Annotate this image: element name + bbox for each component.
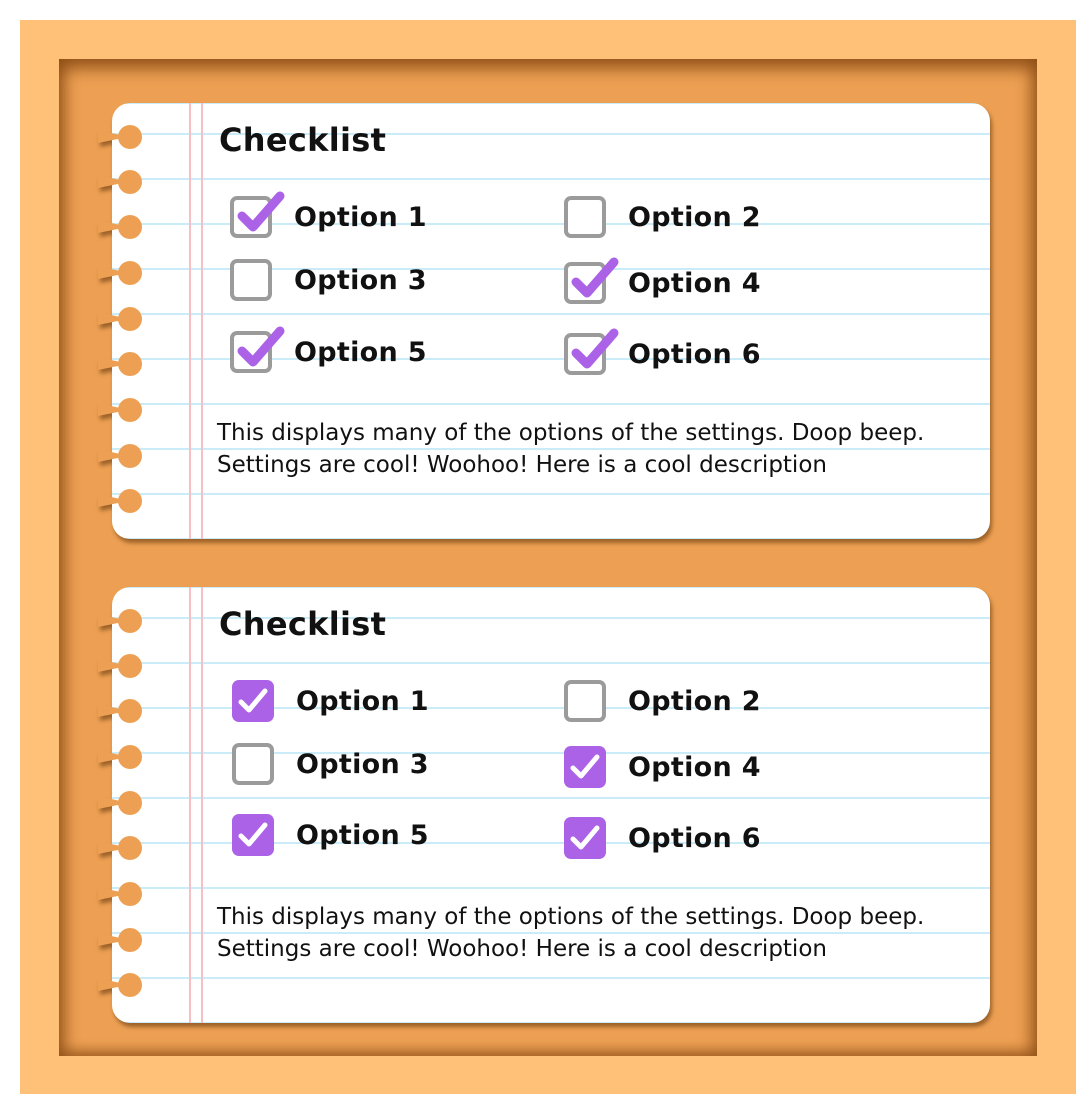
spiral-hole (98, 745, 144, 769)
spiral-hole (98, 836, 144, 860)
margin-line (189, 587, 191, 1023)
checkbox-option-3[interactable]: Option 3 (230, 256, 427, 304)
spiral-holes (98, 125, 158, 525)
checkbox-option-6[interactable]: Option 6 (564, 814, 761, 862)
notebook-paper: Checklist Option 1 Option 2 Option 3 Opt… (112, 587, 990, 1023)
checkbox-option-2[interactable]: Option 2 (564, 193, 761, 241)
checkmark-icon (238, 688, 268, 713)
spiral-hole (98, 609, 144, 633)
spiral-hole (98, 973, 144, 997)
option-label: Option 4 (628, 751, 761, 783)
checklist-card-1: Checklist Option 1 Option 2 Option 3 Opt… (98, 103, 990, 539)
spiral-hole (98, 882, 144, 906)
checkbox-checked[interactable] (232, 814, 274, 856)
checkbox-checked[interactable] (564, 328, 619, 375)
spiral-hole (98, 654, 144, 678)
card-description: This displays many of the options of the… (217, 904, 925, 962)
checkbox-option-3[interactable]: Option 3 (232, 740, 429, 788)
margin-line (201, 103, 203, 539)
checkmark-icon (571, 257, 619, 298)
notebook-paper: Checklist Option 1 Option 2 Option 3 Opt… (112, 103, 990, 539)
checkmark-icon (570, 754, 600, 779)
checkbox-option-1[interactable]: Option 1 (232, 677, 429, 725)
spiral-hole (98, 928, 144, 952)
checkmark-icon (570, 825, 600, 850)
option-label: Option 2 (628, 201, 761, 233)
checkmark-icon (237, 326, 285, 367)
spiral-hole (98, 125, 144, 149)
spiral-hole (98, 261, 144, 285)
margin-line (189, 103, 191, 539)
option-label: Option 2 (628, 685, 761, 717)
spiral-hole (98, 699, 144, 723)
spiral-hole (98, 215, 144, 239)
option-label: Option 5 (294, 336, 427, 368)
option-label: Option 5 (296, 819, 429, 851)
checkbox-option-4[interactable]: Option 4 (564, 743, 761, 791)
checklist-card-2: Checklist Option 1 Option 2 Option 3 Opt… (98, 587, 990, 1023)
spiral-holes (98, 609, 158, 1009)
checkbox-unchecked[interactable] (232, 743, 274, 785)
spiral-hole (98, 352, 144, 376)
checkbox-unchecked[interactable] (564, 196, 606, 238)
spiral-hole (98, 444, 144, 468)
checkbox-option-5[interactable]: Option 5 (232, 811, 429, 859)
spiral-hole (98, 489, 144, 513)
card-title: Checklist (219, 121, 387, 159)
option-label: Option 3 (294, 264, 427, 296)
option-label: Option 6 (628, 822, 761, 854)
checkbox-checked[interactable] (232, 680, 274, 722)
option-label: Option 3 (296, 748, 429, 780)
checkbox-checked[interactable] (564, 257, 619, 304)
option-label: Option 1 (296, 685, 429, 717)
checkmark-icon (571, 328, 619, 369)
option-label: Option 6 (628, 338, 761, 370)
margin-line (201, 587, 203, 1023)
checkbox-option-6[interactable]: Option 6 (564, 328, 761, 378)
checkmark-icon (237, 191, 285, 232)
card-title: Checklist (219, 605, 387, 643)
checkbox-checked[interactable] (230, 326, 285, 373)
checkbox-checked[interactable] (564, 746, 606, 788)
spiral-hole (98, 307, 144, 331)
checkmark-icon (238, 822, 268, 847)
spiral-hole (98, 398, 144, 422)
checkbox-unchecked[interactable] (230, 259, 272, 301)
checkbox-option-2[interactable]: Option 2 (564, 677, 761, 725)
option-label: Option 4 (628, 267, 761, 299)
card-description: This displays many of the options of the… (217, 420, 925, 478)
checkbox-checked[interactable] (230, 191, 285, 238)
checkbox-option-1[interactable]: Option 1 (230, 191, 427, 241)
checkbox-option-4[interactable]: Option 4 (564, 257, 761, 307)
checkbox-option-5[interactable]: Option 5 (230, 326, 427, 376)
checkbox-checked[interactable] (564, 817, 606, 859)
spiral-hole (98, 170, 144, 194)
spiral-hole (98, 791, 144, 815)
checkbox-unchecked[interactable] (564, 680, 606, 722)
option-label: Option 1 (294, 201, 427, 233)
